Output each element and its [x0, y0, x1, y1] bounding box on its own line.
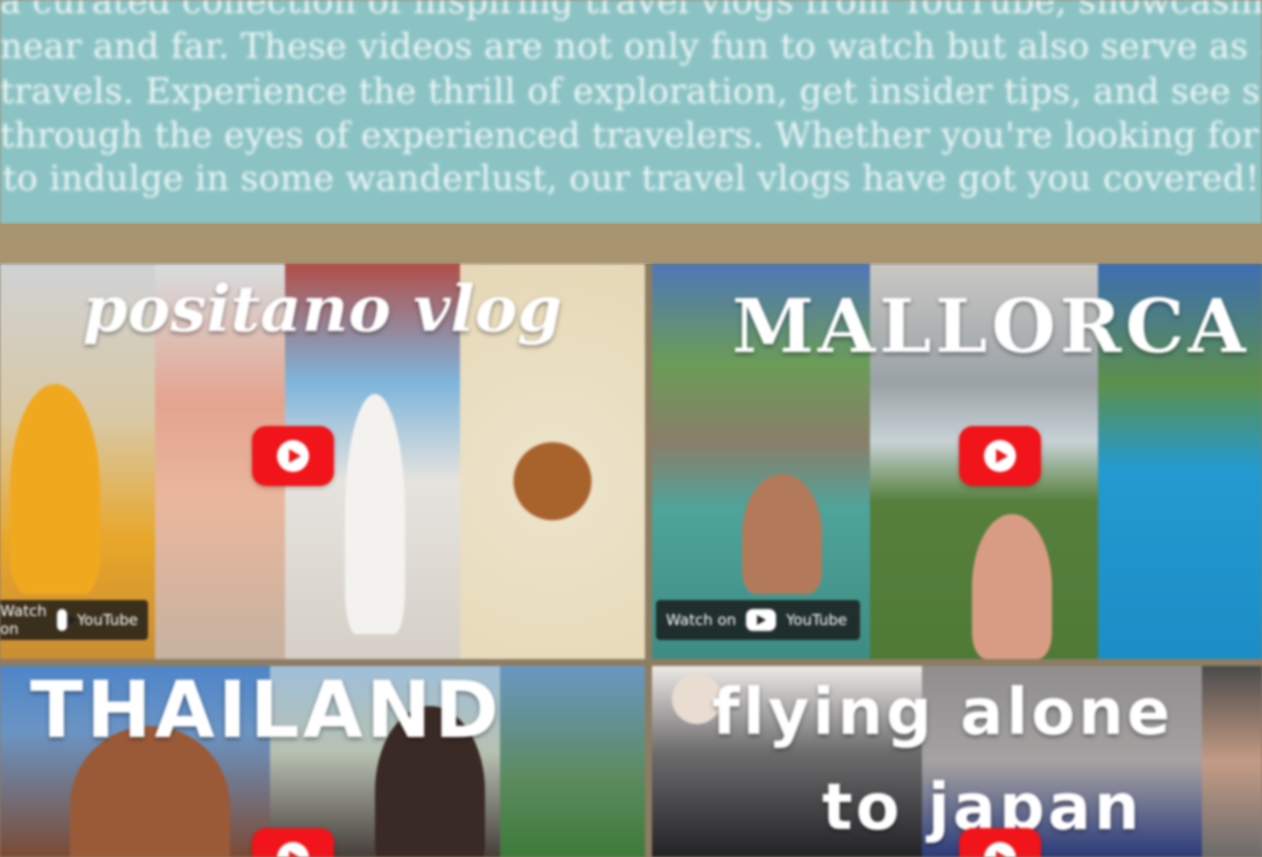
intro-line: near and far. These videos are not only …: [0, 27, 1262, 67]
youtube-play-icon[interactable]: [252, 828, 334, 857]
divider-band: [0, 224, 1262, 264]
video-grid: positano vlog Watch on YouTube MALLORCA …: [0, 264, 1262, 857]
video-card-japan[interactable]: flying alone to japan: [652, 666, 1262, 857]
youtube-logo-icon: [746, 609, 777, 631]
video-overlay-title: flying alone: [712, 676, 1174, 750]
intro-line: a curated collection of inspiring travel…: [0, 0, 1262, 22]
youtube-play-icon[interactable]: [959, 426, 1041, 486]
person-figure: [345, 394, 405, 634]
person-figure: [972, 514, 1052, 659]
watch-on-label: Watch on: [0, 602, 47, 638]
watch-on-youtube-link[interactable]: Watch on YouTube: [0, 600, 148, 640]
intro-line: through the eyes of experienced traveler…: [0, 116, 1262, 156]
person-figure: [10, 384, 100, 594]
video-card-mallorca[interactable]: MALLORCA Watch on YouTube: [652, 264, 1262, 659]
youtube-play-icon[interactable]: [959, 828, 1041, 857]
watch-on-youtube-link[interactable]: Watch on YouTube: [656, 600, 860, 640]
intro-section: a curated collection of inspiring travel…: [0, 0, 1262, 224]
youtube-logo-icon: [56, 609, 78, 631]
video-overlay-title: positano vlog: [82, 272, 563, 347]
video-card-thailand[interactable]: THAILAND: [0, 666, 645, 857]
video-overlay-title: to japan: [822, 771, 1143, 845]
youtube-label: YouTube: [77, 611, 138, 629]
youtube-label: YouTube: [786, 611, 848, 629]
video-card-positano[interactable]: positano vlog Watch on YouTube: [0, 264, 645, 659]
intro-line: travels. Experience the thrill of explor…: [0, 72, 1262, 112]
intro-line: to indulge in some wanderlust, our trave…: [2, 159, 1260, 199]
video-overlay-title: MALLORCA: [732, 284, 1250, 370]
watch-on-label: Watch on: [666, 611, 737, 629]
youtube-play-icon[interactable]: [252, 426, 334, 486]
video-overlay-title: THAILAND: [30, 666, 502, 756]
person-figure: [742, 474, 822, 594]
